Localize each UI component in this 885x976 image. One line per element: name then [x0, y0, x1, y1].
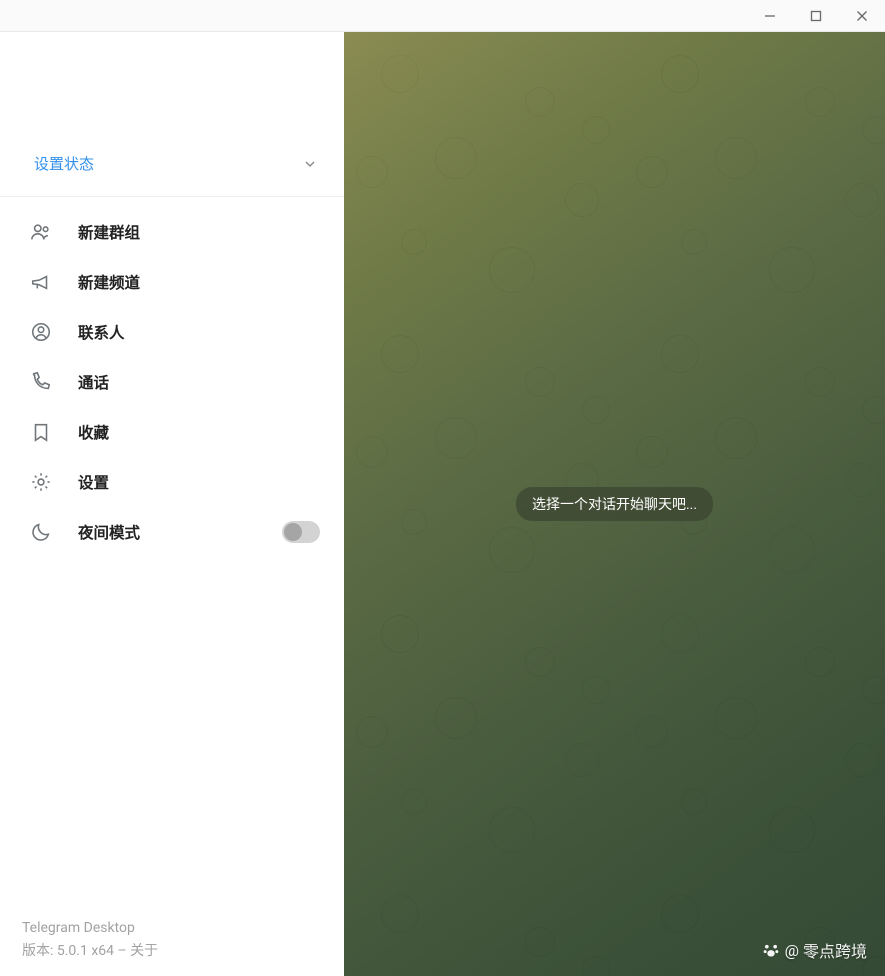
toggle-knob [284, 523, 302, 541]
version-separator: – [114, 943, 130, 959]
titlebar [0, 0, 885, 32]
minimize-button[interactable] [747, 0, 793, 32]
sidebar: 设置状态 新建群组 新建频道 [0, 32, 344, 976]
about-link[interactable]: 关于 [130, 943, 158, 959]
menu-new-group[interactable]: 新建群组 [0, 207, 344, 257]
sidebar-footer: Telegram Desktop 版本: 5.0.1 x64 – 关于 [22, 920, 158, 960]
chat-area: 选择一个对话开始聊天吧... @零点跨境 [344, 32, 885, 976]
paw-icon [761, 940, 781, 960]
watermark-name: 零点跨境 [803, 938, 867, 962]
menu-saved[interactable]: 收藏 [0, 407, 344, 457]
menu-label: 收藏 [78, 421, 109, 443]
phone-icon [30, 371, 52, 393]
menu-night-mode[interactable]: 夜间模式 [0, 507, 344, 557]
maximize-button[interactable] [793, 0, 839, 32]
menu-settings[interactable]: 设置 [0, 457, 344, 507]
version-line: 版本: 5.0.1 x64 – 关于 [22, 940, 158, 960]
version-text: 5.0.1 x64 [57, 943, 114, 959]
version-prefix: 版本: [22, 943, 57, 959]
sidebar-header: 设置状态 [0, 32, 344, 197]
watermark: @零点跨境 [761, 938, 867, 962]
group-icon [30, 221, 52, 243]
menu-label: 新建频道 [78, 271, 140, 293]
menu-label: 夜间模式 [78, 521, 140, 543]
moon-icon [30, 521, 52, 543]
menu-label: 联系人 [78, 321, 125, 343]
set-status-link[interactable]: 设置状态 [34, 153, 94, 174]
app-body: 设置状态 新建群组 新建频道 [0, 32, 885, 976]
megaphone-icon [30, 271, 52, 293]
menu-new-channel[interactable]: 新建频道 [0, 257, 344, 307]
menu-label: 新建群组 [78, 221, 140, 243]
menu-label: 通话 [78, 371, 109, 393]
app-name: Telegram Desktop [22, 920, 158, 936]
app-window: 设置状态 新建群组 新建频道 [0, 0, 885, 976]
night-mode-toggle[interactable] [282, 521, 320, 543]
menu-label: 设置 [78, 471, 109, 493]
contact-icon [30, 321, 52, 343]
close-button[interactable] [839, 0, 885, 32]
chevron-down-icon [302, 156, 318, 172]
empty-state-hint: 选择一个对话开始聊天吧... [516, 487, 713, 521]
menu-calls[interactable]: 通话 [0, 357, 344, 407]
watermark-at: @ [785, 941, 799, 960]
bookmark-icon [30, 421, 52, 443]
sidebar-menu: 新建群组 新建频道 联系人 [0, 197, 344, 557]
menu-contacts[interactable]: 联系人 [0, 307, 344, 357]
gear-icon [30, 471, 52, 493]
account-expand-button[interactable] [298, 152, 322, 176]
